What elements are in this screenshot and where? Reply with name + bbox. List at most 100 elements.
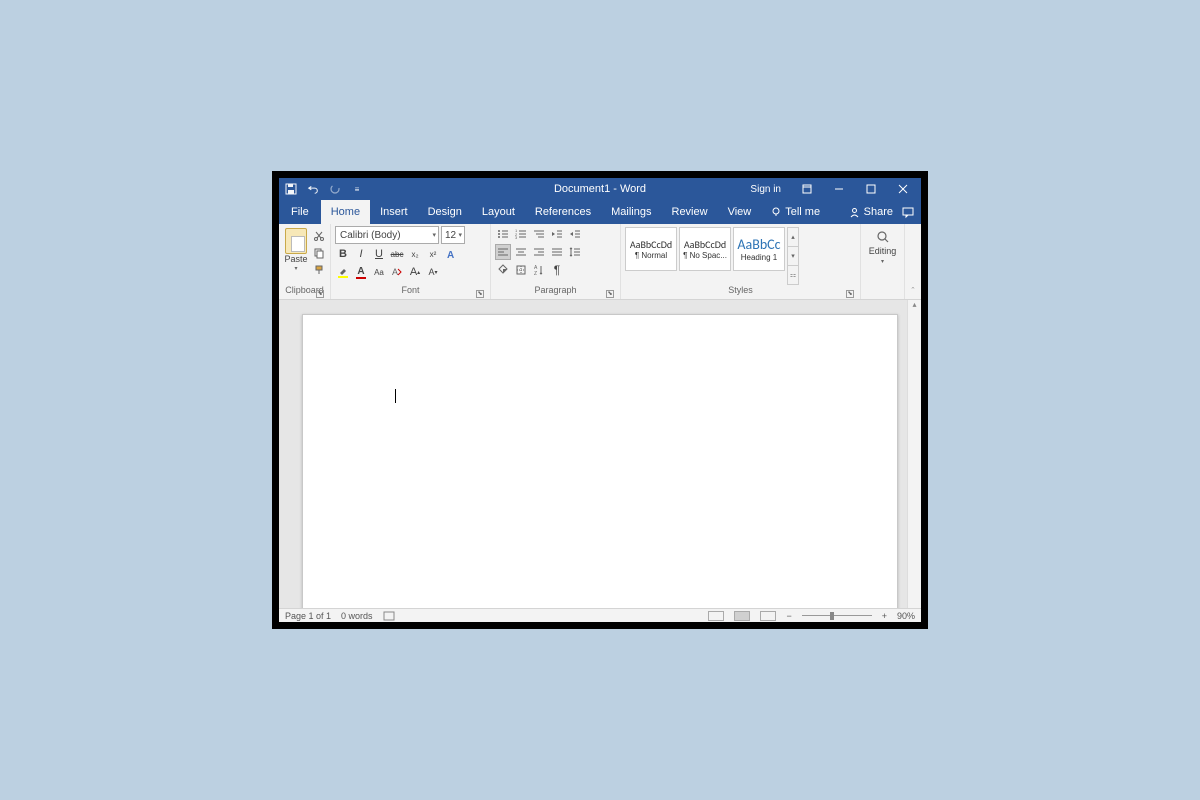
undo-button[interactable]	[307, 183, 319, 195]
highlight-button[interactable]	[335, 264, 351, 280]
font-color-button[interactable]: A	[353, 264, 369, 280]
spellcheck-icon[interactable]	[383, 611, 395, 621]
styles-scroll-up[interactable]: ▴	[788, 228, 798, 247]
copy-icon	[313, 247, 325, 259]
print-layout-button[interactable]	[734, 611, 750, 621]
underline-button[interactable]: U	[371, 246, 387, 262]
shrink-font-button[interactable]: A▾	[425, 264, 441, 280]
quick-access-toolbar: ≡	[279, 183, 369, 195]
vertical-scrollbar[interactable]: ▴	[907, 300, 921, 608]
comments-icon[interactable]	[901, 205, 915, 219]
close-icon	[898, 184, 908, 194]
subscript-button[interactable]: x₂	[407, 246, 423, 262]
paste-label: Paste	[284, 255, 307, 264]
close-button[interactable]	[889, 178, 917, 200]
style-no-spacing[interactable]: AaBbCcDd ¶ No Spac...	[679, 227, 731, 271]
change-case-button[interactable]: Aa	[371, 264, 387, 280]
svg-text:A: A	[447, 250, 454, 260]
sign-in-button[interactable]: Sign in	[742, 184, 789, 195]
tab-layout[interactable]: Layout	[472, 200, 525, 224]
styles-dialog-launcher[interactable]: ⬊	[846, 290, 854, 298]
collapse-ribbon-button[interactable]: ˆ	[905, 224, 921, 299]
multilevel-icon	[533, 228, 545, 240]
tell-me-button[interactable]: Tell me	[771, 200, 820, 224]
zoom-level[interactable]: 90%	[897, 611, 915, 621]
text-effects-button[interactable]: A	[443, 246, 459, 262]
font-dialog-launcher[interactable]: ⬊	[476, 290, 484, 298]
word-count[interactable]: 0 words	[341, 611, 373, 621]
zoom-in-button[interactable]: +	[882, 611, 887, 621]
save-button[interactable]	[285, 183, 297, 195]
bold-button[interactable]: B	[335, 246, 351, 262]
superscript-button[interactable]: x²	[425, 246, 441, 262]
clear-formatting-icon: A	[391, 266, 403, 278]
clear-formatting-button[interactable]: A	[389, 264, 405, 280]
tabrow-right: Share	[849, 200, 921, 224]
copy-button[interactable]	[312, 246, 326, 260]
font-name-selector[interactable]: Calibri (Body)▾	[335, 226, 439, 244]
clipboard-dialog-launcher[interactable]: ⬊	[316, 290, 324, 298]
styles-scroll-down[interactable]: ▾	[788, 247, 798, 266]
redo-button[interactable]	[329, 183, 341, 195]
editing-button[interactable]: Editing ▾	[865, 226, 900, 265]
line-spacing-button[interactable]	[567, 244, 583, 260]
decrease-indent-button[interactable]	[549, 226, 565, 242]
italic-button[interactable]: I	[353, 246, 369, 262]
zoom-slider[interactable]	[802, 615, 872, 616]
grow-font-button[interactable]: A▴	[407, 264, 423, 280]
borders-button[interactable]	[513, 262, 529, 278]
tab-view[interactable]: View	[718, 200, 762, 224]
align-left-icon	[497, 246, 509, 258]
multilevel-list-button[interactable]	[531, 226, 547, 242]
read-mode-button[interactable]	[708, 611, 724, 621]
styles-gallery-nav: ▴ ▾ ⚏	[787, 227, 799, 285]
ribbon-display-button[interactable]	[793, 178, 821, 200]
tab-review[interactable]: Review	[662, 200, 718, 224]
cut-icon	[313, 230, 325, 242]
align-right-button[interactable]	[531, 244, 547, 260]
tab-home[interactable]: Home	[321, 200, 370, 224]
minimize-button[interactable]	[825, 178, 853, 200]
document-page[interactable]	[302, 314, 898, 608]
show-marks-button[interactable]: ¶	[549, 262, 565, 278]
style-heading-1[interactable]: AaBbCc Heading 1	[733, 227, 785, 271]
tab-design[interactable]: Design	[418, 200, 472, 224]
sort-icon: AZ	[533, 264, 545, 276]
justify-icon	[551, 246, 563, 258]
save-icon	[285, 183, 297, 195]
style-normal[interactable]: AaBbCcDd ¶ Normal	[625, 227, 677, 271]
font-size-selector[interactable]: 12▾	[441, 226, 465, 244]
tab-mailings[interactable]: Mailings	[601, 200, 661, 224]
numbering-button[interactable]: 123	[513, 226, 529, 242]
strikethrough-button[interactable]: abc	[389, 246, 405, 262]
ribbon-tab-row: File Home Insert Design Layout Reference…	[279, 200, 921, 224]
bullets-button[interactable]	[495, 226, 511, 242]
page-count[interactable]: Page 1 of 1	[285, 611, 331, 621]
web-layout-button[interactable]	[760, 611, 776, 621]
align-center-button[interactable]	[513, 244, 529, 260]
paragraph-dialog-launcher[interactable]: ⬊	[606, 290, 614, 298]
tab-references[interactable]: References	[525, 200, 601, 224]
styles-expand[interactable]: ⚏	[788, 266, 798, 284]
editing-group-label	[865, 265, 900, 279]
maximize-button[interactable]	[857, 178, 885, 200]
increase-indent-button[interactable]	[567, 226, 583, 242]
tab-file[interactable]: File	[279, 200, 321, 224]
zoom-out-button[interactable]: −	[786, 611, 791, 621]
qat-customize-button[interactable]: ≡	[351, 183, 363, 195]
sort-button[interactable]: AZ	[531, 262, 547, 278]
decrease-indent-icon	[551, 228, 563, 240]
undo-icon	[307, 183, 319, 195]
tab-insert[interactable]: Insert	[370, 200, 418, 224]
svg-text:Z: Z	[534, 271, 537, 276]
numbering-icon: 123	[515, 228, 527, 240]
paste-button[interactable]: Paste ▾	[283, 226, 309, 285]
format-painter-button[interactable]	[312, 263, 326, 277]
share-button[interactable]: Share	[849, 206, 893, 218]
align-left-button[interactable]	[495, 244, 511, 260]
scroll-up-button[interactable]: ▴	[908, 300, 921, 314]
ribbon: Paste ▾ Clipboard⬊ Calibri (Body)▾ 12▾	[279, 224, 921, 300]
shading-button[interactable]	[495, 262, 511, 278]
justify-button[interactable]	[549, 244, 565, 260]
cut-button[interactable]	[312, 229, 326, 243]
